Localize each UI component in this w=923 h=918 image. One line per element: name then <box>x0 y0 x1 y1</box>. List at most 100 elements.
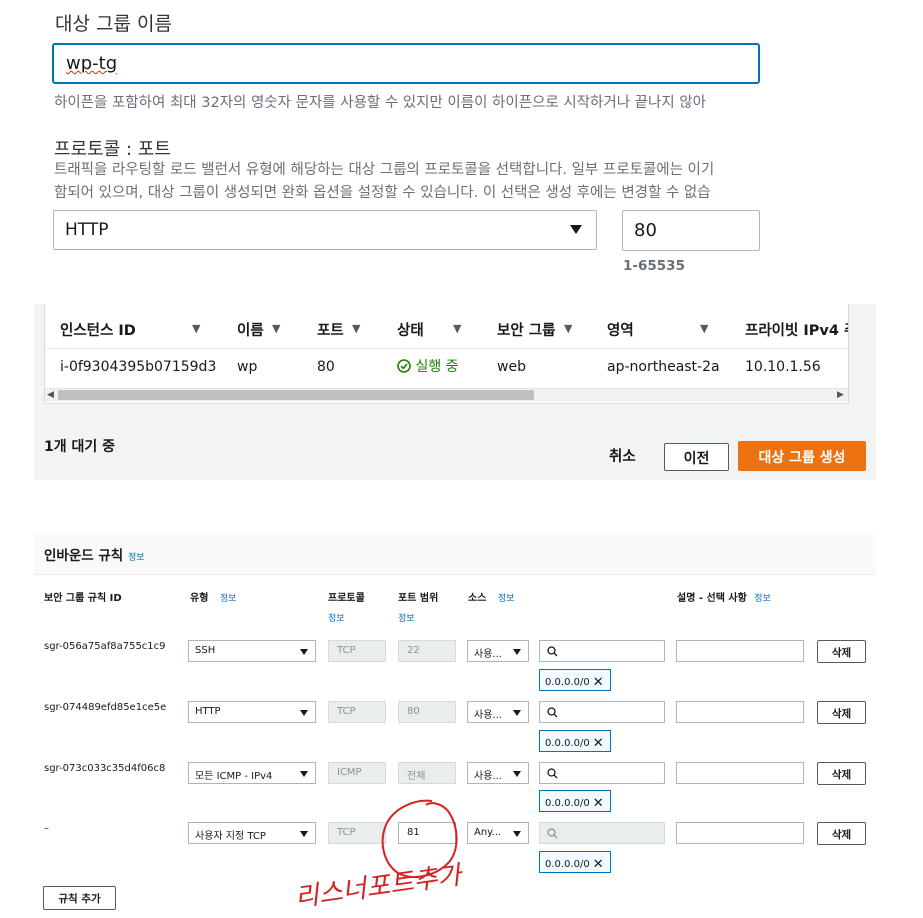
header-description: 설명 - 선택 사항 정보 <box>677 589 771 604</box>
rule-protocol: ICMP <box>328 762 386 784</box>
header-source: 소스 정보 <box>468 589 514 604</box>
rule-description-input[interactable] <box>676 701 804 723</box>
search-icon <box>547 707 558 718</box>
sort-down-icon[interactable]: ▼ <box>192 322 200 335</box>
check-circle-icon <box>397 359 411 373</box>
cidr-value: 0.0.0.0/0 <box>545 738 590 749</box>
col-private-ip[interactable]: 프라이빗 IPv4 주소 <box>745 319 848 340</box>
rule-source-select[interactable]: 사용... <box>467 701 529 723</box>
protocol-select[interactable]: HTTP <box>53 210 597 250</box>
header-rule-id: 보안 그룹 규칙 ID <box>44 593 122 604</box>
cidr-token: 0.0.0.0/0 ✕ <box>539 669 611 691</box>
status-text: 실행 중 <box>415 359 459 375</box>
rule-source-select[interactable]: Any... <box>467 822 529 844</box>
caret-down-icon <box>300 710 308 716</box>
instance-id: i-0f9304395b07159d3 <box>60 359 217 375</box>
rule-description-input[interactable] <box>676 762 804 784</box>
cidr-search-input[interactable] <box>539 762 665 784</box>
rule-protocol: TCP <box>328 640 386 662</box>
inbound-rules-title: 인바운드 규칙 정보 <box>44 544 145 564</box>
search-icon <box>547 768 558 779</box>
col-instance-id[interactable]: 인스턴스 ID <box>60 319 136 340</box>
caret-down-icon <box>513 710 521 716</box>
instance-name: wp <box>237 359 258 375</box>
rule-source-value: Any... <box>474 827 502 838</box>
remove-icon[interactable]: ✕ <box>593 857 604 872</box>
info-link[interactable]: 정보 <box>498 594 515 604</box>
scroll-left-icon[interactable]: ◀ <box>47 390 54 400</box>
target-group-name-input[interactable]: wp-tg <box>52 43 760 84</box>
rule-description-input[interactable] <box>676 640 804 662</box>
col-status[interactable]: 상태 <box>397 319 424 340</box>
protocol-desc-line1: 트래픽을 라우팅할 로드 밸런서 유형에 해당하는 대상 그룹의 프로토콜을 선… <box>54 162 715 178</box>
scroll-right-icon[interactable]: ▶ <box>837 390 844 400</box>
rule-source-select[interactable]: 사용... <box>467 762 529 784</box>
col-security-group[interactable]: 보안 그룹 <box>497 319 555 340</box>
sort-down-icon[interactable]: ▼ <box>272 322 280 335</box>
rule-type-value: SSH <box>195 645 216 656</box>
inbound-rules-header <box>34 533 876 575</box>
col-name[interactable]: 이름 <box>237 319 264 340</box>
delete-rule-button[interactable]: 삭제 <box>817 822 866 845</box>
sort-down-icon[interactable]: ▼ <box>564 322 572 335</box>
cidr-token: 0.0.0.0/0 ✕ <box>539 790 611 812</box>
rule-description-input[interactable] <box>676 822 804 844</box>
delete-rule-button[interactable]: 삭제 <box>817 640 866 663</box>
rule-source-value: 사용... <box>474 771 502 782</box>
rule-id: sgr-056a75af8a755c1c9 <box>44 641 166 652</box>
caret-down-icon <box>300 771 308 777</box>
remove-icon[interactable]: ✕ <box>593 796 604 811</box>
inbound-title-text: 인바운드 규칙 <box>44 548 124 564</box>
rule-type-value: 모든 ICMP - IPv4 <box>195 771 273 782</box>
header-port-range: 포트 범위 <box>398 593 439 604</box>
cidr-search-input[interactable] <box>539 701 665 723</box>
caret-down-icon <box>513 771 521 777</box>
sort-down-icon[interactable]: ▼ <box>700 322 708 335</box>
remove-icon[interactable]: ✕ <box>593 675 604 690</box>
header-description-text: 설명 - 선택 사항 <box>677 593 747 604</box>
header-protocol: 프로토콜 <box>328 593 365 604</box>
protocol-value: HTTP <box>65 220 109 240</box>
rule-port-range: 22 <box>398 640 456 662</box>
info-link[interactable]: 정보 <box>128 553 145 563</box>
cidr-value: 0.0.0.0/0 <box>545 677 590 688</box>
scrollbar-thumb[interactable] <box>58 390 534 400</box>
create-target-group-button[interactable]: 대상 그룹 생성 <box>738 441 866 471</box>
delete-rule-button[interactable]: 삭제 <box>817 701 866 724</box>
col-port[interactable]: 포트 <box>317 319 344 340</box>
rule-type-select[interactable]: 사용자 지정 TCP <box>188 822 316 844</box>
protocol-desc-line2: 함되어 있으며, 대상 그룹이 생성되면 완화 옵션을 설정할 수 있습니다. … <box>54 185 711 201</box>
cidr-token: 0.0.0.0/0 ✕ <box>539 851 611 873</box>
rule-id: sgr-074489efd85e1ce5e <box>44 702 167 713</box>
rule-type-select[interactable]: 모든 ICMP - IPv4 <box>188 762 316 784</box>
name-value: wp-tg <box>66 53 118 74</box>
instance-zone: ap-northeast-2a <box>607 359 720 375</box>
cidr-token: 0.0.0.0/0 ✕ <box>539 730 611 752</box>
info-link[interactable]: 정보 <box>220 594 237 604</box>
cidr-search-input[interactable] <box>539 822 665 844</box>
delete-rule-button[interactable]: 삭제 <box>817 762 866 785</box>
info-link[interactable]: 정보 <box>754 594 771 604</box>
col-zone[interactable]: 영역 <box>607 319 634 340</box>
rule-source-select[interactable]: 사용... <box>467 640 529 662</box>
sort-down-icon[interactable]: ▼ <box>453 322 461 335</box>
rule-type-select[interactable]: SSH <box>188 640 316 662</box>
pending-count: 1개 대기 중 <box>44 439 116 455</box>
cidr-search-input[interactable] <box>539 640 665 662</box>
caret-down-icon <box>570 225 582 234</box>
caret-down-icon <box>300 649 308 655</box>
port-input[interactable]: 80 <box>622 210 760 251</box>
rule-type-value: HTTP <box>195 706 221 717</box>
rule-source-value: 사용... <box>474 710 502 721</box>
add-rule-button[interactable]: 규칙 추가 <box>43 886 116 910</box>
rule-type-select[interactable]: HTTP <box>188 701 316 723</box>
row-divider <box>45 348 848 349</box>
info-link[interactable]: 정보 <box>398 611 415 624</box>
sort-down-icon[interactable]: ▼ <box>352 322 360 335</box>
previous-button[interactable]: 이전 <box>664 443 729 471</box>
info-link[interactable]: 정보 <box>328 611 345 624</box>
remove-icon[interactable]: ✕ <box>593 736 604 751</box>
header-type: 유형 정보 <box>190 589 236 604</box>
cancel-button[interactable]: 취소 <box>609 445 636 466</box>
rule-type-value: 사용자 지정 TCP <box>195 831 266 842</box>
